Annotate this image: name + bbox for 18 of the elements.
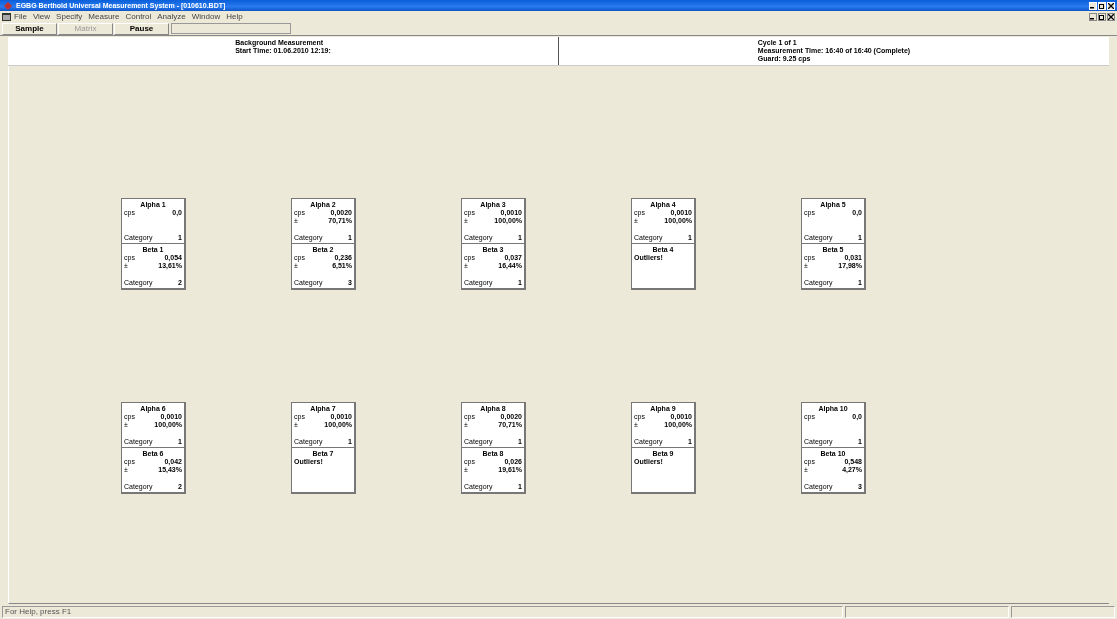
toolbar-button[interactable]: Pause: [114, 22, 169, 35]
app-icon: [4, 1, 12, 10]
menu-item[interactable]: Measure: [88, 12, 120, 21]
restore-button[interactable]: [1098, 12, 1106, 21]
close-button[interactable]: [1107, 1, 1115, 10]
menu-item[interactable]: Analyze: [157, 12, 186, 21]
menu-item[interactable]: Control: [125, 12, 152, 21]
menu-item[interactable]: Help: [226, 12, 243, 21]
document-icon[interactable]: [2, 12, 11, 21]
status-text: For Help, press F1: [2, 606, 843, 618]
menu-item[interactable]: File: [14, 12, 27, 21]
menu-item[interactable]: Window: [191, 12, 221, 21]
text-field[interactable]: [171, 23, 291, 34]
toolbar-button[interactable]: Sample: [2, 22, 57, 35]
minimize-button[interactable]: [1089, 12, 1097, 21]
menu-item[interactable]: Specify: [56, 12, 83, 21]
menu-item[interactable]: View: [32, 12, 51, 21]
close-button[interactable]: [1107, 12, 1115, 21]
